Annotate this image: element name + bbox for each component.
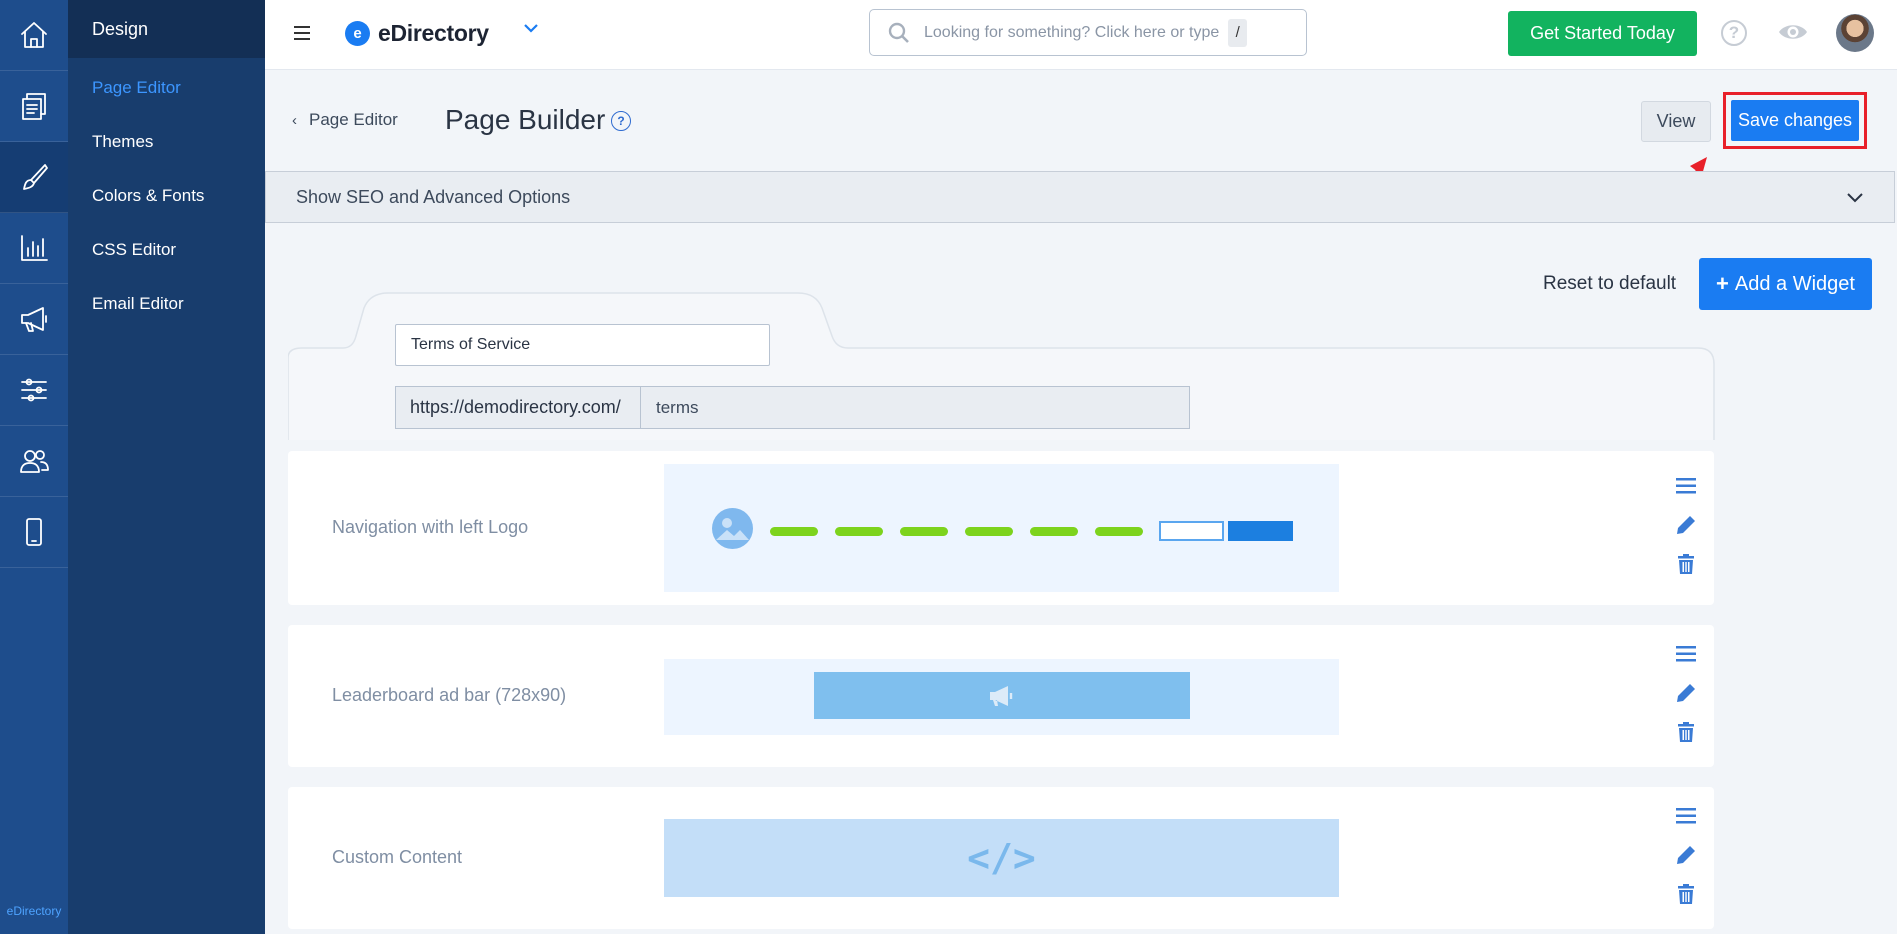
custom-content-preview: </> (664, 819, 1339, 897)
widget-actions (1675, 805, 1697, 922)
rail-design[interactable] (0, 142, 68, 213)
trash-icon[interactable] (1675, 883, 1697, 905)
rail-settings[interactable] (0, 355, 68, 426)
search-shortcut-key: / (1228, 18, 1248, 47)
megaphone-icon (21, 307, 47, 332)
question-circle-icon[interactable]: ? (611, 111, 631, 131)
rail-home[interactable] (0, 0, 68, 71)
topbar: e eDirectory Looking for something? Clic… (265, 0, 1897, 70)
drag-handle-icon[interactable] (1675, 805, 1697, 827)
widget-label: Leaderboard ad bar (728x90) (332, 685, 567, 705)
logo-text: eDirectory (378, 20, 489, 46)
search-input[interactable]: Looking for something? Click here or typ… (869, 9, 1307, 56)
leaderboard-preview (664, 659, 1339, 735)
plus-icon: + (1716, 271, 1729, 296)
menu-toggle-icon[interactable] (294, 26, 310, 40)
widget-card: Leaderboard ad bar (728x90) (288, 625, 1714, 767)
page-url-field: https://demodirectory.com/ terms (395, 386, 1190, 429)
eye-icon[interactable] (1777, 20, 1809, 44)
save-changes-button[interactable]: Save changes (1731, 100, 1859, 141)
sliders-icon (21, 378, 47, 402)
sidebar-item-css-editor[interactable]: CSS Editor (68, 223, 265, 277)
page-title: Page Builder (445, 104, 606, 135)
widget-card: Navigation with left Logo (288, 451, 1714, 605)
add-widget-button[interactable]: + Add a Widget (1699, 258, 1872, 310)
rail-mobile[interactable] (0, 497, 68, 568)
get-started-button[interactable]: Get Started Today (1508, 11, 1697, 56)
rail-pages[interactable] (0, 71, 68, 142)
url-prefix: https://demodirectory.com/ (395, 386, 641, 429)
megaphone-icon (990, 685, 1013, 706)
breadcrumb[interactable]: ‹ Page Editor (292, 110, 398, 130)
rail-users[interactable] (0, 426, 68, 497)
chevron-down-icon[interactable] (523, 22, 539, 34)
breadcrumb-page-editor[interactable]: Page Editor (309, 110, 398, 130)
widget-actions (1675, 643, 1697, 760)
search-icon (888, 22, 909, 43)
chevron-down-icon (1847, 193, 1863, 203)
edit-pencil-icon[interactable] (1675, 682, 1697, 704)
view-button[interactable]: View (1641, 101, 1711, 142)
navigation-preview (664, 464, 1339, 592)
pages-icon (22, 93, 46, 120)
widget-card: Custom Content </> (288, 787, 1714, 929)
edit-pencil-icon[interactable] (1675, 844, 1697, 866)
edit-pencil-icon[interactable] (1675, 514, 1697, 536)
widget-label: Custom Content (332, 847, 463, 867)
ad-banner-placeholder (814, 672, 1190, 719)
widget-label: Navigation with left Logo (332, 517, 529, 537)
seo-options-toggle[interactable]: Show SEO and Advanced Options (265, 171, 1895, 223)
users-icon (20, 450, 49, 473)
search-placeholder: Looking for something? Click here or typ… (924, 23, 1220, 41)
add-widget-label: Add a Widget (1734, 272, 1855, 295)
page-title-field[interactable]: Terms of Service (395, 324, 770, 366)
drag-handle-icon[interactable] (1675, 475, 1697, 497)
image-placeholder-icon (712, 508, 753, 549)
icon-rail: eDirectory (0, 0, 68, 934)
trash-icon[interactable] (1675, 721, 1697, 743)
mobile-icon (26, 518, 42, 546)
url-slug-input[interactable]: terms (641, 386, 1190, 429)
home-icon (21, 22, 47, 48)
chart-icon (21, 235, 48, 261)
rail-promote[interactable] (0, 284, 68, 355)
sidebar-item-page-editor[interactable]: Page Editor (68, 61, 265, 115)
preview-outline-button (1159, 521, 1224, 541)
widget-actions (1675, 475, 1697, 592)
sidebar-item-colors-fonts[interactable]: Colors & Fonts (68, 169, 265, 223)
sidebar-title: Design (68, 0, 265, 58)
trash-icon[interactable] (1675, 553, 1697, 575)
logo-mark: e (345, 21, 370, 46)
logo[interactable]: e eDirectory (345, 20, 489, 47)
chevron-left-icon: ‹ (292, 111, 297, 129)
drag-handle-icon[interactable] (1675, 643, 1697, 665)
sidebar-item-email-editor[interactable]: Email Editor (68, 277, 265, 331)
design-sidebar: Design Page Editor Themes Colors & Fonts… (68, 0, 265, 934)
seo-options-label: Show SEO and Advanced Options (296, 186, 571, 207)
avatar[interactable] (1836, 14, 1874, 52)
rail-reports[interactable] (0, 213, 68, 284)
preview-solid-button (1228, 521, 1293, 541)
code-icon: </> (967, 836, 1036, 880)
save-changes-highlight: Save changes (1723, 92, 1867, 149)
brush-icon (23, 164, 48, 190)
help-icon[interactable]: ? (1721, 20, 1747, 46)
sidebar-item-themes[interactable]: Themes (68, 115, 265, 169)
rail-brand-footer: eDirectory (6, 904, 62, 918)
